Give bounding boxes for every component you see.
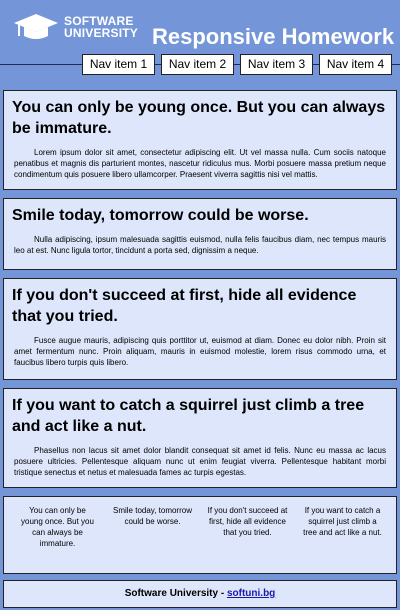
summary-item: You can only be young once. But you can … xyxy=(21,506,94,548)
article-heading: Smile today, tomorrow could be worse. xyxy=(12,207,309,224)
article-1: You can only be young once. But you can … xyxy=(3,90,397,190)
footer-text: Software University - xyxy=(124,588,227,599)
page-title: Responsive Homework xyxy=(152,24,395,49)
logo-line-2: UNIVERSITY xyxy=(64,26,139,40)
article-body: Nulla adipiscing, ipsum malesuada sagitt… xyxy=(14,235,386,255)
logo-text: SOFTWARE UNIVERSITY xyxy=(64,15,138,39)
nav-item-1[interactable]: Nav item 1 xyxy=(82,54,155,75)
article-body: Lorem ipsum dolor sit amet, consectetur … xyxy=(14,148,386,179)
main-nav: Nav item 1 Nav item 2 Nav item 3 Nav ite… xyxy=(0,54,400,76)
article-body: Fusce augue mauris, adipiscing quis port… xyxy=(14,336,386,367)
nav-item-3[interactable]: Nav item 3 xyxy=(240,54,313,75)
summary-section: You can only be young once. But you can … xyxy=(3,496,397,574)
nav-item-4[interactable]: Nav item 4 xyxy=(319,54,392,75)
article-heading: You can only be young once. But you can … xyxy=(12,99,386,137)
article-2: Smile today, tomorrow could be worse. Nu… xyxy=(3,198,397,270)
article-body: Phasellus non lacus sit amet dolor bland… xyxy=(14,446,386,477)
article-3: If you don't succeed at first, hide all … xyxy=(3,278,397,380)
footer-link[interactable]: softuni.bg xyxy=(227,588,275,599)
summary-item: If you want to catch a squirrel just cli… xyxy=(303,506,382,537)
site-footer: Software University - softuni.bg xyxy=(3,580,397,608)
article-heading: If you don't succeed at first, hide all … xyxy=(12,287,357,325)
graduation-cap-icon xyxy=(14,14,58,39)
summary-item: If you don't succeed at first, hide all … xyxy=(207,506,288,537)
summary-item: Smile today, tomorrow could be worse. xyxy=(113,506,192,526)
article-heading: If you want to catch a squirrel just cli… xyxy=(12,397,365,435)
logo[interactable]: SOFTWARE UNIVERSITY xyxy=(12,12,138,42)
nav-item-2[interactable]: Nav item 2 xyxy=(161,54,234,75)
article-4: If you want to catch a squirrel just cli… xyxy=(3,388,397,488)
